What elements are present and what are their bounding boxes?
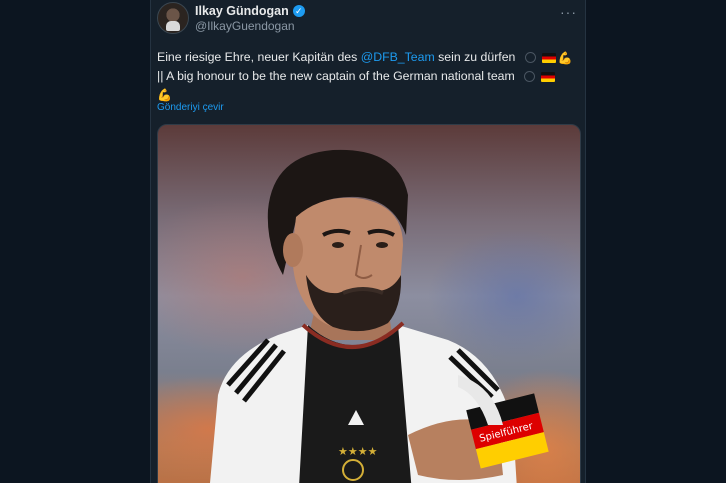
flexed-biceps-icon: 💪: [557, 50, 573, 65]
circle-icon: [524, 52, 536, 64]
tweet-header: Ilkay Gündogan ✓ @IlkayGuendogan ···: [157, 2, 579, 36]
name-row: Ilkay Gündogan ✓: [195, 4, 305, 18]
tweet-photo[interactable]: ★★★★ Spielführer: [157, 124, 581, 483]
display-name[interactable]: Ilkay Gündogan: [195, 4, 289, 18]
user-handle[interactable]: @IlkayGuendogan: [195, 19, 295, 33]
tweet-text-part3: || A big honour to be the new captain of…: [157, 68, 515, 83]
more-icon[interactable]: ···: [560, 4, 577, 20]
verified-badge-icon: ✓: [292, 5, 305, 17]
germany-flag-icon: [541, 71, 556, 82]
germany-flag-icon: [541, 52, 556, 63]
tweet-card[interactable]: Ilkay Gündogan ✓ @IlkayGuendogan ··· Ein…: [150, 0, 586, 483]
tweet-text: Eine riesige Ehre, neuer Kapitän des @DF…: [157, 48, 577, 104]
player-illustration: ★★★★ Spielführer: [210, 149, 549, 483]
translate-link[interactable]: Gönderiyi çevir: [157, 102, 224, 113]
tweet-text-part2: sein zu dürfen: [434, 50, 516, 64]
circle-icon: [524, 71, 536, 82]
flexed-biceps-icon: 💪: [157, 87, 172, 102]
svg-text:★★★★: ★★★★: [338, 445, 378, 458]
mention-link[interactable]: @DFB_Team: [361, 50, 435, 64]
avatar[interactable]: [157, 2, 189, 34]
tweet-text-part1: Eine riesige Ehre, neuer Kapitän des: [157, 50, 361, 64]
